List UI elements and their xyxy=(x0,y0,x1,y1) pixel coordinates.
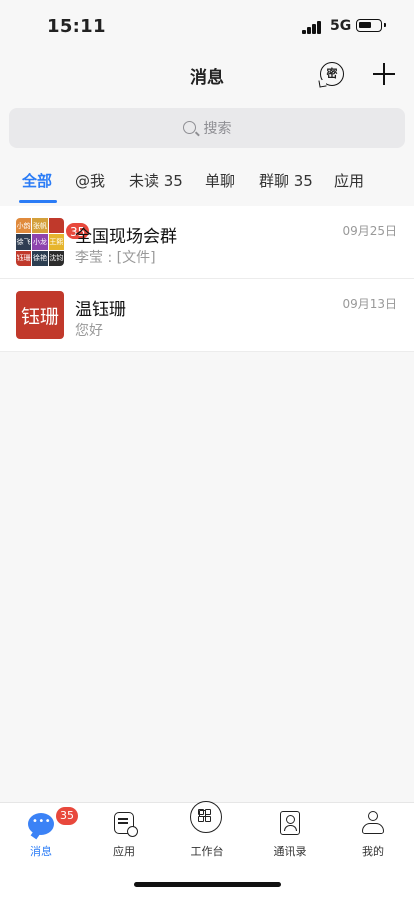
tabbar-label: 我的 xyxy=(362,845,384,858)
home-indicator xyxy=(134,882,281,887)
tab-apps[interactable]: 应用 xyxy=(334,170,364,191)
avatar-tile: 张帆 xyxy=(32,218,48,234)
avatar-tile: 王熙 xyxy=(48,234,64,250)
conversation-date: 09月13日 xyxy=(342,297,397,311)
avatar-text: 钰珊 xyxy=(16,291,64,339)
nav-bar: 消息 密 xyxy=(0,54,414,98)
avatar-tile: 钰珊 xyxy=(16,250,32,266)
filter-tabs: 全部 @我 未读 35 单聊 群聊 35 应用 xyxy=(0,160,414,206)
conversation-name: 温钰珊 xyxy=(75,300,126,320)
tab-unread[interactable]: 未读 35 xyxy=(129,170,183,191)
avatar-tile: 沈钧 xyxy=(48,250,64,266)
avatar-tile: 徐艳 xyxy=(32,250,48,266)
battery-icon xyxy=(356,19,386,32)
tabbar-workbench[interactable]: 工作台 xyxy=(166,801,248,863)
conversation-row[interactable]: 钰珊 温钰珊 您好 09月13日 xyxy=(0,279,414,352)
conversation-preview: 您好 xyxy=(75,323,103,339)
add-icon[interactable] xyxy=(373,63,395,85)
avatar-tile: 小韵 xyxy=(16,218,32,234)
signal-icon xyxy=(302,21,324,34)
tabbar-apps[interactable]: 应用 xyxy=(83,803,165,863)
active-tab-indicator xyxy=(19,200,57,203)
contacts-icon xyxy=(280,811,300,835)
grid-icon xyxy=(190,801,222,833)
tab-group-chat[interactable]: 群聊 35 xyxy=(259,170,313,191)
conversation-preview: 李莹 : [文件] xyxy=(75,250,156,266)
page-title: 消息 xyxy=(190,68,224,88)
tab-all[interactable]: 全部 xyxy=(22,170,52,191)
conversation-row[interactable]: 小韵 张帆 徐飞 小龙 王熙 钰珊 徐艳 沈钧 35 全国现场会群 李莹 : [文件] 09月… xyxy=(0,206,414,279)
network-type: 5G xyxy=(330,18,352,34)
status-time: 15:11 xyxy=(47,16,106,37)
search-bar[interactable]: 搜索 xyxy=(9,108,405,148)
group-avatar: 小韵 张帆 徐飞 小龙 王熙 钰珊 徐艳 沈钧 35 xyxy=(16,218,91,266)
tabbar-label: 工作台 xyxy=(190,845,224,858)
tabbar-label: 消息 xyxy=(30,845,52,858)
tabbar-messages[interactable]: 35 消息 xyxy=(0,803,82,863)
avatar-tile: 徐飞 xyxy=(16,234,32,250)
tab-mentions[interactable]: @我 xyxy=(75,170,105,191)
tab-single-chat[interactable]: 单聊 xyxy=(205,170,235,191)
app-icon xyxy=(114,812,138,837)
person-icon xyxy=(361,811,385,835)
tabbar-contacts[interactable]: 通讯录 xyxy=(249,803,331,863)
chat-icon xyxy=(28,813,54,835)
conversation-name: 全国现场会群 xyxy=(75,227,177,247)
search-placeholder: 搜索 xyxy=(203,121,232,137)
tabbar-label: 通讯录 xyxy=(273,845,307,858)
search-icon xyxy=(182,121,196,134)
tabbar-badge: 35 xyxy=(56,807,78,825)
secret-chat-button[interactable]: 密 xyxy=(320,62,344,86)
tabbar-me[interactable]: 我的 xyxy=(332,803,414,863)
avatar-tile: 小龙 xyxy=(32,234,48,250)
avatar-tile xyxy=(48,218,64,234)
avatar: 钰珊 xyxy=(16,291,64,339)
conversation-date: 09月25日 xyxy=(342,224,397,238)
conversation-list: 小韵 张帆 徐飞 小龙 王熙 钰珊 徐艳 沈钧 35 全国现场会群 李莹 : [文件] 09月… xyxy=(0,206,414,352)
status-bar: 15:11 5G xyxy=(0,0,414,54)
tabbar-label: 应用 xyxy=(113,845,135,858)
